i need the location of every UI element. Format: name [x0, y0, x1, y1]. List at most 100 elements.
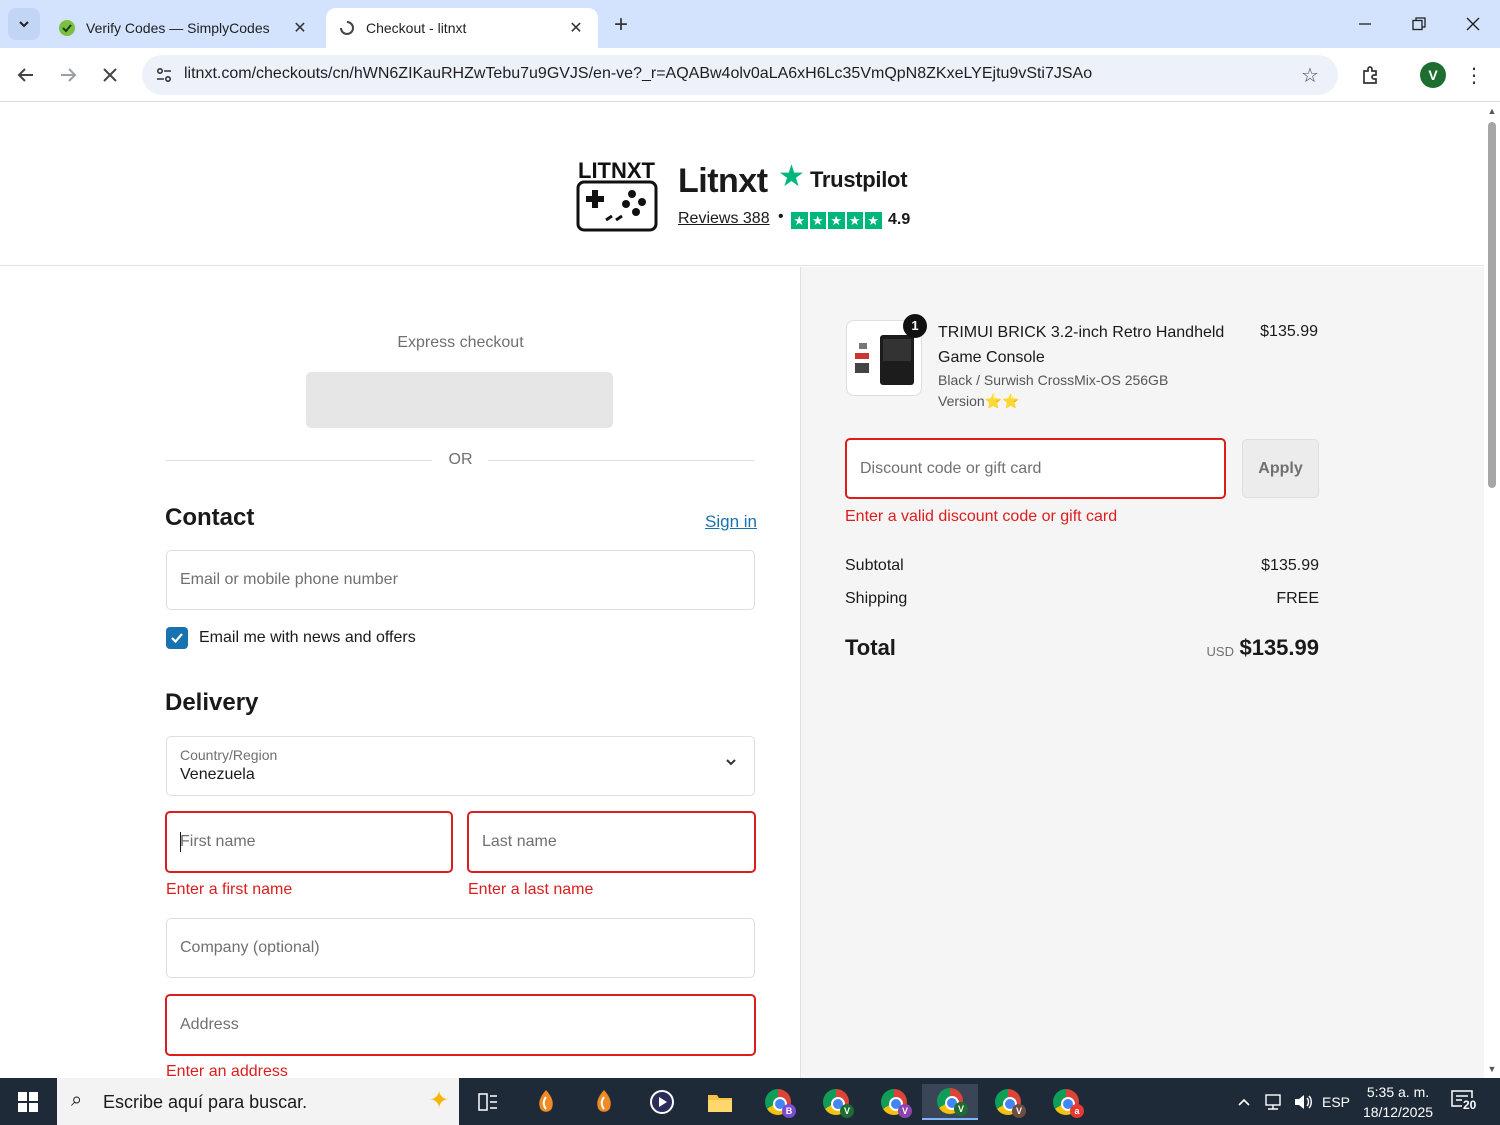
company-field[interactable]: Company (optional)	[166, 918, 755, 978]
stop-loading-button[interactable]	[92, 57, 128, 93]
close-tab-icon[interactable]: ✕	[290, 18, 310, 38]
browser-toolbar: litnxt.com/checkouts/cn/hWN6ZIKauRHZwTeb…	[0, 48, 1500, 102]
url-text[interactable]: litnxt.com/checkouts/cn/hWN6ZIKauRHZwTeb…	[184, 65, 1092, 83]
system-clock[interactable]: 5:35 a. m. 18/12/2025	[1356, 1082, 1440, 1122]
close-icon	[103, 68, 117, 82]
tab-title: Verify Codes — SimplyCodes	[86, 20, 270, 36]
trustpilot-name: Trustpilot	[810, 167, 908, 192]
task-view-icon[interactable]	[468, 1084, 508, 1120]
chevron-down-icon	[19, 21, 29, 28]
fl-studio-icon[interactable]	[584, 1084, 624, 1120]
browser-menu-icon[interactable]: ⋮	[1464, 62, 1484, 88]
last-name-error: Enter a last name	[468, 881, 594, 898]
express-checkout-label: Express checkout	[397, 334, 524, 351]
quantity-badge: 1	[903, 314, 927, 338]
scroll-up-arrow-icon[interactable]: ▲	[1487, 106, 1497, 116]
scrollbar-thumb[interactable]	[1488, 122, 1496, 488]
arrow-left-icon	[17, 68, 33, 82]
tab-verify-codes[interactable]: Verify Codes — SimplyCodes ✕	[46, 8, 322, 48]
subtotal-value: $135.99	[1261, 557, 1319, 574]
chrome-profile-b-icon[interactable]: B	[758, 1084, 798, 1120]
subtotal-label: Subtotal	[845, 557, 904, 574]
chrome-profile-a-icon[interactable]: a	[1046, 1084, 1086, 1120]
network-icon[interactable]	[1260, 1078, 1286, 1125]
bookmark-star-icon[interactable]: ☆	[1298, 63, 1322, 87]
address-bar[interactable]: litnxt.com/checkouts/cn/hWN6ZIKauRHZwTeb…	[142, 55, 1338, 95]
fl-studio-icon[interactable]	[526, 1084, 566, 1120]
search-placeholder: Escribe aquí para buscar.	[103, 1092, 308, 1112]
email-field[interactable]: Email or mobile phone number	[166, 550, 755, 610]
volume-icon[interactable]	[1290, 1078, 1316, 1125]
chrome-profile-v-icon[interactable]: V	[816, 1084, 856, 1120]
arrow-right-icon	[61, 68, 77, 82]
chrome-profile-v-icon[interactable]: V	[988, 1084, 1028, 1120]
shipping-row: Shipping FREE	[845, 590, 1319, 608]
forward-button[interactable]	[50, 57, 86, 93]
close-window-button[interactable]	[1446, 0, 1500, 48]
tab-search-button[interactable]	[8, 8, 40, 40]
star-icon: ★	[791, 212, 808, 229]
back-button[interactable]	[8, 57, 44, 93]
taskbar-search-box[interactable]: ⌕ Escribe aquí para buscar. ✦	[57, 1078, 459, 1125]
country-value: Venezuela	[180, 766, 255, 783]
trustpilot-rating-stars: ★ ★ ★ ★ ★	[791, 212, 882, 229]
total-label: Total	[845, 635, 896, 660]
first-name-field[interactable]: First name	[165, 811, 453, 873]
newsletter-label[interactable]: Email me with news and offers	[199, 629, 416, 647]
star-icon: ★	[828, 212, 845, 229]
chrome-profile-v-active-icon[interactable]: V	[922, 1084, 978, 1120]
notification-center-icon[interactable]: 20	[1450, 1088, 1482, 1116]
show-hidden-icons-chevron-up-icon[interactable]	[1232, 1078, 1256, 1125]
shipping-label: Shipping	[845, 590, 908, 607]
media-player-icon[interactable]	[642, 1084, 682, 1120]
first-name-placeholder: First name	[180, 833, 256, 850]
loading-favicon-icon	[338, 19, 356, 37]
checkmark-icon	[171, 633, 183, 644]
minimize-button[interactable]	[1338, 0, 1392, 48]
windows-taskbar: ⌕ Escribe aquí para buscar. ✦ B V V V V …	[0, 1078, 1500, 1125]
scroll-down-arrow-icon[interactable]: ▼	[1487, 1064, 1497, 1074]
store-header: LITNXT Litnxt ★ Trustpilot Reviews 388 •…	[0, 102, 1484, 266]
discount-code-field[interactable]: Discount code or gift card	[845, 438, 1226, 499]
litnxt-logo[interactable]: LITNXT	[576, 154, 658, 232]
trustpilot-star-icon: ★	[778, 160, 805, 193]
file-explorer-icon[interactable]	[700, 1084, 740, 1120]
star-icon: ★	[846, 212, 863, 229]
address-field[interactable]: Address	[165, 994, 756, 1056]
restore-icon	[1412, 17, 1426, 31]
tab-strip: Verify Codes — SimplyCodes ✕ Checkout - …	[0, 0, 1500, 48]
newsletter-checkbox[interactable]	[166, 627, 188, 649]
input-language-indicator[interactable]: ESP	[1320, 1078, 1352, 1125]
reviews-link[interactable]: Reviews 388	[678, 210, 770, 228]
svg-text:LITNXT: LITNXT	[578, 158, 656, 183]
chrome-profile-v-icon[interactable]: V	[874, 1084, 914, 1120]
country-select[interactable]: Country/Region Venezuela	[166, 736, 755, 796]
star-icon: ★	[865, 212, 882, 229]
restore-button[interactable]	[1392, 0, 1446, 48]
last-name-placeholder: Last name	[482, 833, 557, 850]
checkout-page: LITNXT Litnxt ★ Trustpilot Reviews 388 •…	[0, 102, 1484, 1078]
brand-name: Litnxt	[678, 162, 768, 200]
product-variant: Black / Surwish CrossMix-OS 256GB Versio…	[938, 372, 1169, 409]
subtotal-row: Subtotal $135.99	[845, 557, 1319, 575]
rating-value: 4.9	[888, 211, 911, 228]
shipping-value: FREE	[1276, 590, 1319, 607]
tab-title: Checkout - litnxt	[366, 20, 467, 36]
clock-time: 5:35 a. m.	[1366, 1084, 1430, 1100]
minimize-icon	[1359, 23, 1371, 25]
profile-avatar[interactable]: V	[1420, 62, 1446, 88]
start-button[interactable]	[0, 1078, 56, 1125]
address-placeholder: Address	[180, 1016, 239, 1033]
chevron-down-icon	[724, 755, 738, 774]
extensions-button[interactable]	[1356, 60, 1386, 90]
sign-in-link[interactable]: Sign in	[705, 512, 757, 532]
close-tab-icon[interactable]: ✕	[566, 18, 586, 38]
tab-checkout[interactable]: Checkout - litnxt ✕	[326, 8, 598, 48]
site-info-icon[interactable]	[150, 61, 178, 89]
star-icon: ★	[809, 212, 826, 229]
page-scrollbar[interactable]: ▲ ▼	[1484, 102, 1500, 1078]
new-tab-button[interactable]: +	[606, 10, 636, 40]
express-checkout-button[interactable]	[306, 372, 613, 428]
last-name-field[interactable]: Last name	[467, 811, 756, 873]
apply-discount-button[interactable]: Apply	[1242, 439, 1319, 498]
